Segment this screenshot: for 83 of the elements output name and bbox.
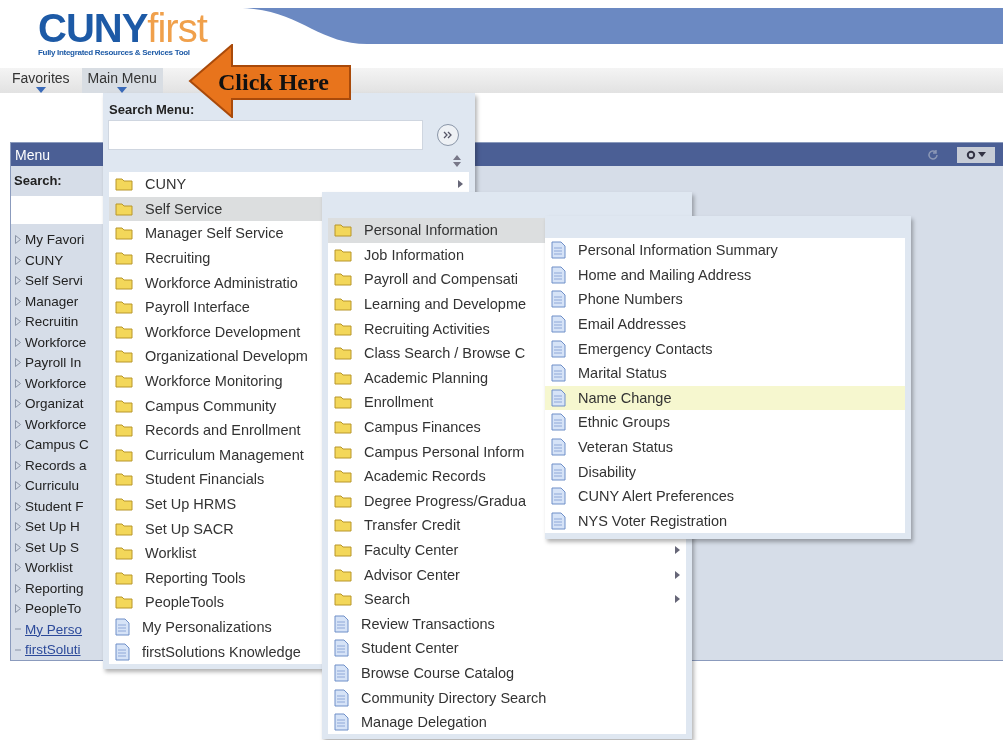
page-icon — [334, 713, 349, 732]
caret-icon — [978, 152, 986, 157]
folder-icon — [115, 349, 133, 364]
folder-icon — [115, 521, 133, 536]
page-icon — [551, 487, 566, 506]
gear-icon — [966, 149, 976, 160]
caret-icon — [35, 87, 46, 93]
page-icon — [334, 639, 349, 658]
menu-item[interactable]: Workforce — [11, 332, 104, 353]
folder-icon — [334, 543, 352, 557]
folder-icon — [115, 226, 133, 241]
folder-icon — [115, 201, 133, 216]
refresh-icon[interactable] — [927, 148, 939, 161]
menu-item[interactable]: Records a — [11, 455, 104, 476]
folder-icon — [115, 275, 133, 290]
double-chevron-icon — [443, 131, 453, 139]
folder-icon — [334, 297, 352, 312]
nav-tab[interactable]: Favorites — [6, 68, 76, 93]
menu-item[interactable]: Workforce — [11, 414, 104, 435]
page-icon — [551, 462, 566, 481]
menu-item[interactable]: Worklist — [11, 557, 104, 579]
dash-icon — [15, 648, 21, 651]
nav-tab[interactable]: Main Menu — [81, 68, 163, 93]
folder-icon — [115, 546, 133, 561]
menu-item[interactable]: Self Servi — [11, 270, 104, 292]
menu-item[interactable]: Recruitin — [11, 311, 104, 333]
page-icon — [334, 664, 349, 682]
page-icon — [115, 618, 130, 636]
page-icon — [551, 511, 566, 530]
folder-icon — [115, 300, 133, 315]
folder-icon — [115, 595, 133, 610]
panel-title: Menu — [15, 146, 51, 163]
page-icon — [551, 388, 566, 407]
folder-icon — [115, 570, 133, 585]
folder-icon — [115, 251, 133, 266]
menu-item[interactable]: Manager — [11, 291, 104, 312]
page-icon — [115, 642, 130, 661]
folder-icon — [115, 472, 133, 487]
folder-icon — [115, 423, 133, 438]
folder-icon — [115, 374, 133, 389]
menu-item[interactable]: Payroll In — [11, 352, 104, 374]
search-label: Search: — [13, 173, 63, 188]
callout-text: Click Here — [218, 69, 329, 96]
go-button[interactable] — [437, 124, 459, 146]
page-icon — [334, 688, 349, 707]
page-icon — [551, 364, 566, 383]
page-icon — [551, 265, 566, 284]
menu-item[interactable]: Student F — [11, 496, 104, 517]
folder-icon — [334, 420, 352, 435]
menu-item[interactable]: Name Change — [545, 385, 905, 411]
search-field[interactable] — [11, 196, 104, 224]
logo-wordmark: CUNYfirst — [38, 8, 209, 48]
menu-item[interactable]: PeopleTo — [11, 598, 104, 620]
settings-button[interactable] — [957, 146, 995, 163]
page-icon — [551, 315, 566, 334]
menu-item[interactable]: Reporting — [11, 578, 104, 599]
search-menu-label: Search Menu: — [109, 102, 196, 117]
logo-tagline: Fully Integrated Resources & Services Tool — [38, 48, 191, 57]
folder-icon — [115, 497, 133, 511]
menu-item[interactable]: Set Up S — [11, 537, 104, 558]
page-icon — [551, 339, 566, 358]
sort-icon[interactable] — [453, 155, 461, 167]
page-icon — [334, 614, 349, 633]
search-menu-field[interactable] — [108, 120, 423, 150]
folder-icon — [115, 398, 133, 413]
folder-icon — [115, 447, 133, 462]
menu-item[interactable]: Curriculu — [11, 475, 104, 497]
dash-icon — [15, 628, 21, 631]
page-icon — [551, 290, 566, 309]
folder-icon — [115, 324, 133, 339]
menu-item[interactable]: Set Up H — [11, 516, 104, 538]
menu-link[interactable]: My Perso — [11, 619, 104, 640]
menu-item[interactable]: Workforce — [11, 373, 104, 394]
expand-icon — [15, 604, 21, 614]
folder-icon — [115, 177, 133, 192]
menu-item[interactable]: Organizat — [11, 393, 104, 415]
page-icon — [551, 241, 566, 260]
page-icon — [551, 438, 566, 457]
menu-link[interactable]: firstSoluti — [11, 639, 104, 661]
menu-item[interactable]: My Favori — [11, 229, 104, 251]
menu-item[interactable]: CUNY — [11, 250, 104, 271]
menu-item[interactable]: Campus C — [11, 434, 104, 456]
page-icon — [551, 413, 566, 432]
